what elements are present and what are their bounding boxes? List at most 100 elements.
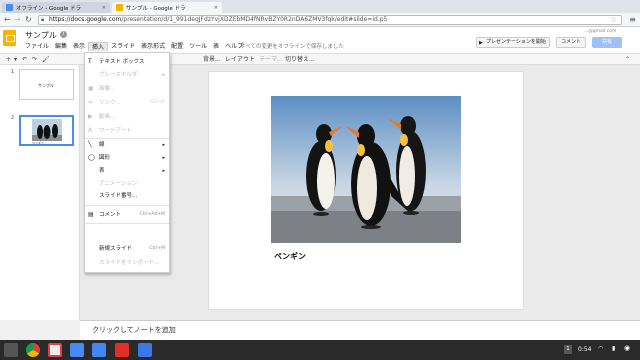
drive-app-icon[interactable] — [138, 343, 152, 357]
app-header: サンプル i ...@gmail.com ファイル 編集 表示 挿入 スライド … — [0, 27, 640, 53]
menu-table[interactable]: 表 — [210, 42, 222, 51]
menu-item-label: プレースホルダ — [99, 72, 138, 78]
submenu-arrow-icon: ▸ — [162, 155, 165, 161]
menu-view[interactable]: 表示 — [70, 42, 88, 51]
menu-item-new-slide[interactable]: 新規スライド Ctrl+M — [85, 244, 169, 254]
menu-item-placeholder[interactable]: プレースホルダ ▸ — [85, 70, 169, 80]
tab-strip: オフライン - Google ドラ ✕ サンプル - Google ドラ ✕ — [0, 0, 640, 13]
slide-thumbnail-1[interactable]: サンプル — [19, 69, 74, 100]
reload-icon[interactable]: ↻ — [25, 15, 32, 25]
toolbar-theme[interactable]: テーマ... — [259, 55, 283, 64]
menu-item-text-box[interactable]: T テキスト ボックス — [85, 57, 169, 67]
image-icon: ▣ — [88, 85, 94, 92]
menu-insert[interactable]: 挿入 — [88, 42, 109, 51]
menu-tools[interactable]: ツール — [186, 42, 210, 51]
offline-info-icon[interactable]: i — [60, 31, 67, 38]
redo-icon[interactable]: ↷ — [32, 55, 37, 64]
menu-item-label: 動画... — [99, 114, 116, 120]
forward-icon[interactable]: → — [14, 15, 21, 25]
chrome-icon[interactable] — [26, 343, 40, 357]
new-slide-icon[interactable]: + — [6, 55, 11, 64]
os-shelf: 1 0:54 ◠ ▮ ◉ — [0, 340, 640, 360]
menu-item-video[interactable]: ▶ 動画... — [85, 112, 169, 122]
present-label: プレゼンテーションを開始 — [486, 39, 546, 45]
paint-format-icon[interactable]: 🖌︎ — [42, 55, 50, 64]
menu-item-label: 図形 — [99, 155, 111, 161]
slide-number: 1 — [11, 69, 15, 75]
docs-icon[interactable] — [92, 343, 106, 357]
wordart-icon: A — [88, 127, 93, 134]
penguin-thumbnail-image — [32, 119, 62, 141]
youtube-icon[interactable] — [115, 343, 129, 357]
slide-caption[interactable]: ペンギン — [274, 251, 306, 262]
present-button[interactable]: ▶ プレゼンテーションを開始 — [476, 37, 550, 48]
browser-tab-sample[interactable]: サンプル - Google ドラ ✕ — [112, 2, 222, 13]
toolbar-layout[interactable]: レイアウト — [225, 55, 255, 64]
toolbar-transition[interactable]: 切り替え... — [285, 55, 315, 64]
menu-item-label: スライド番号... — [99, 193, 138, 199]
menu-item-shape[interactable]: ◯ 図形 ▸ — [85, 153, 169, 163]
workspace-indicator[interactable]: 1 — [564, 345, 572, 354]
wifi-icon[interactable]: ◠ — [598, 345, 603, 352]
browser-tab-offline[interactable]: オフライン - Google ドラ ✕ — [2, 2, 110, 13]
menu-item-label: リンク... — [99, 100, 121, 106]
thumb-title: サンプル — [38, 83, 54, 88]
menu-separator — [85, 205, 169, 206]
comments-button[interactable]: コメント — [556, 37, 586, 48]
user-avatar[interactable]: ◉ — [624, 344, 630, 352]
document-title[interactable]: サンプル — [25, 30, 57, 41]
menu-format[interactable]: 表示形式 — [138, 42, 168, 51]
share-button[interactable]: 共有 — [592, 37, 622, 48]
line-icon: ╲ — [88, 141, 92, 148]
menu-item-animation[interactable]: アニメーション — [85, 179, 169, 189]
menu-item-label: 線 — [99, 142, 105, 148]
menu-item-comment[interactable]: ▤ コメント Ctrl+Alt+M — [85, 210, 169, 220]
insert-menu-dropdown: T テキスト ボックス プレースホルダ ▸ ▣ 画像... ∞ リンク... C… — [84, 52, 170, 273]
collapse-icon[interactable]: ⌃ — [625, 55, 630, 64]
menu-item-label: アニメーション — [99, 181, 138, 187]
clock[interactable]: 0:54 — [578, 346, 591, 353]
close-icon[interactable]: ✕ — [214, 5, 218, 11]
submenu-arrow-icon: ▸ — [162, 72, 165, 78]
penguin-photo[interactable] — [271, 96, 461, 243]
menu-item-label: スライドをインポート... — [99, 260, 160, 266]
menu-item-label: 表 — [99, 168, 105, 174]
battery-icon[interactable]: ▮ — [612, 345, 615, 352]
star-icon[interactable]: ☆ — [611, 16, 617, 24]
menu-slide[interactable]: スライド — [108, 42, 138, 51]
menu-item-table[interactable]: 表 ▸ — [85, 166, 169, 176]
back-icon[interactable]: ← — [4, 15, 11, 25]
app-launcher-icon[interactable] — [4, 343, 18, 357]
menu-item-label: 画像... — [99, 86, 116, 92]
menu-item-link[interactable]: ∞ リンク... Ctrl+K — [85, 98, 169, 108]
slide-thumbnail-2[interactable]: ペンギン — [19, 115, 74, 146]
slides-logo-icon[interactable] — [3, 30, 16, 46]
menu-item-label: ワードアート — [99, 128, 132, 134]
menu-file[interactable]: ファイル — [22, 42, 52, 51]
menu-bar: ファイル 編集 表示 挿入 スライド 表示形式 配置 ツール 表 ヘルプ — [22, 42, 246, 51]
address-bar[interactable]: 🔒︎ https://docs.google.com/presentation/… — [38, 15, 622, 25]
menu-item-import-slides[interactable]: スライドをインポート... — [85, 258, 169, 268]
comment-icon: ▤ — [88, 211, 94, 218]
submenu-arrow-icon: ▸ — [162, 142, 165, 148]
current-slide[interactable]: ペンギン — [208, 71, 524, 310]
menu-item-wordart[interactable]: A ワードアート — [85, 126, 169, 136]
chevron-down-icon[interactable]: ▾ — [14, 55, 17, 64]
undo-icon[interactable]: ↶ — [22, 55, 27, 64]
menu-item-slide-number[interactable]: スライド番号... — [85, 191, 169, 201]
chrome-menu-icon[interactable]: ≡ — [629, 15, 636, 24]
menu-arrange[interactable]: 配置 — [168, 42, 186, 51]
drive-icon — [6, 4, 13, 11]
speaker-notes[interactable]: クリックしてノートを追加 — [80, 320, 640, 340]
gmail-icon[interactable] — [48, 343, 62, 357]
close-icon[interactable]: ✕ — [102, 5, 106, 11]
toolbar-background[interactable]: 背景... — [203, 55, 221, 64]
search-icon[interactable] — [70, 343, 84, 357]
menu-item-line[interactable]: ╲ 線 ▸ — [85, 140, 169, 150]
url-path: /presentation/d/1_991deqJFdzYvjXDZEbMD4f… — [121, 16, 388, 23]
menu-item-image[interactable]: ▣ 画像... — [85, 84, 169, 94]
slide-filmstrip: 1 サンプル 2 ペンギン — [0, 65, 80, 320]
penguins-image — [271, 96, 461, 243]
submenu-arrow-icon: ▸ — [162, 168, 165, 174]
menu-edit[interactable]: 編集 — [52, 42, 70, 51]
